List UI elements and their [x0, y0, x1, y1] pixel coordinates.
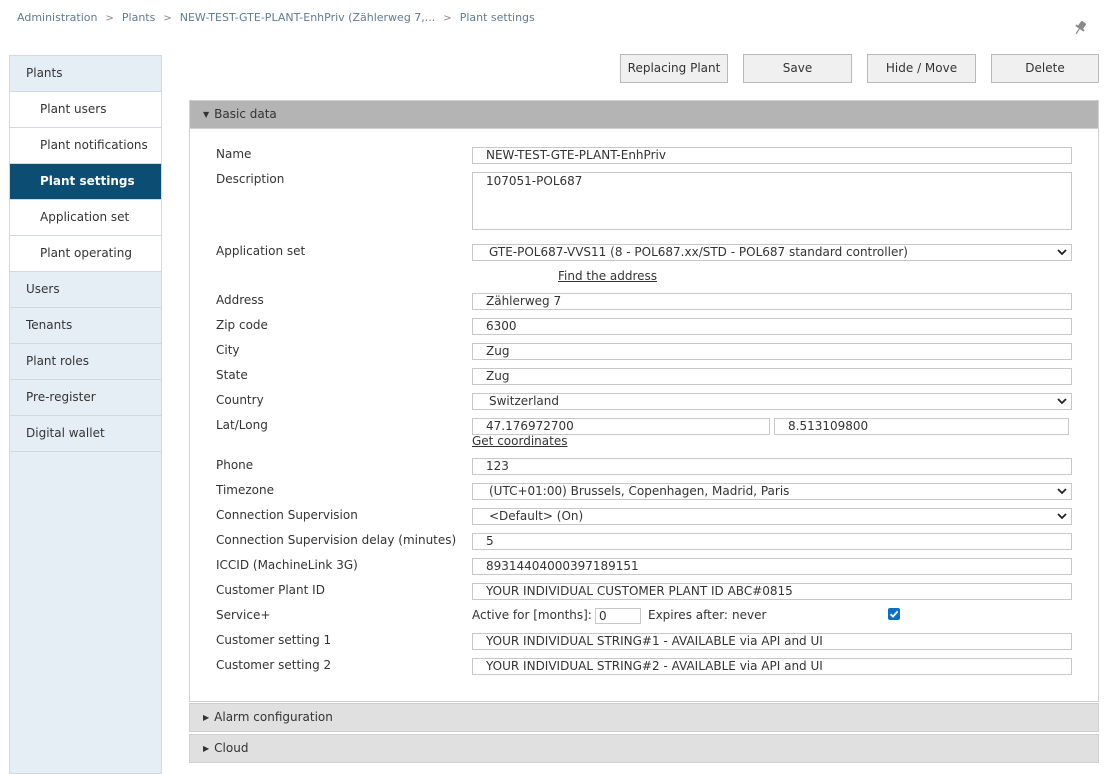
chevron-down-icon [1057, 513, 1067, 520]
panel-title: Cloud [214, 741, 249, 755]
state-input[interactable]: Zug [472, 368, 1072, 385]
name-input[interactable]: NEW-TEST-GTE-PLANT-EnhPriv [472, 147, 1072, 164]
panel-title: Basic data [214, 107, 277, 121]
timezone-label: Timezone [216, 483, 274, 497]
zip-input[interactable]: 6300 [472, 318, 1072, 335]
delete-button[interactable]: Delete [991, 54, 1099, 83]
sidebar-item-application-set[interactable]: Application set [10, 200, 161, 236]
application-set-label: Application set [216, 244, 306, 258]
breadcrumb-plants[interactable]: Plants [122, 11, 155, 24]
breadcrumb-separator-icon: > [105, 13, 114, 24]
panel-title: Alarm configuration [214, 710, 333, 724]
phone-input[interactable]: 123 [472, 458, 1072, 475]
customer-setting-1-input[interactable]: YOUR INDIVIDUAL STRING#1 - AVAILABLE via… [472, 633, 1072, 650]
sidebar-item-plant-settings[interactable]: Plant settings [10, 164, 161, 200]
breadcrumb-current: Plant settings [459, 11, 535, 24]
timezone-value: (UTC+01:00) Brussels, Copenhagen, Madrid… [489, 484, 790, 498]
address-label: Address [216, 293, 264, 307]
chevron-down-icon [1057, 398, 1067, 405]
caret-right-icon: ▶ [203, 713, 210, 722]
active-for-label: Active for [months]: [472, 608, 592, 622]
city-input[interactable]: Zug [472, 343, 1072, 360]
address-input[interactable]: Zählerweg 7 [472, 293, 1072, 310]
country-select[interactable]: Switzerland [472, 393, 1072, 410]
breadcrumb: Administration > Plants > NEW-TEST-GTE-PLANT… [17, 11, 535, 24]
find-address-link[interactable]: Find the address [558, 269, 657, 283]
sidebar-item-users[interactable]: Users [10, 272, 161, 308]
expires-after-label: Expires after: [648, 608, 728, 622]
breadcrumb-plant[interactable]: NEW-TEST-GTE-PLANT-EnhPriv (Zählerweg 7,… [180, 11, 436, 24]
get-coordinates-link[interactable]: Get coordinates [472, 434, 567, 448]
connection-delay-input[interactable]: 5 [472, 533, 1072, 550]
breadcrumb-separator-icon: > [163, 13, 172, 24]
alarm-configuration-panel-header[interactable]: ▶ Alarm configuration [189, 703, 1099, 732]
iccid-label: ICCID (MachineLink 3G) [216, 558, 358, 572]
connection-supervision-label: Connection Supervision [216, 508, 358, 522]
country-value: Switzerland [489, 394, 559, 408]
caret-down-icon: ▼ [203, 110, 210, 119]
sidebar-item-plant-notifications[interactable]: Plant notifications [10, 128, 161, 164]
sidebar-item-digital-wallet[interactable]: Digital wallet [10, 416, 161, 452]
longitude-input[interactable]: 8.513109800 [774, 418, 1069, 435]
chevron-down-icon [1057, 488, 1067, 495]
sidebar-item-plant-operating[interactable]: Plant operating [10, 236, 161, 272]
connection-delay-label: Connection Supervision delay (minutes) [216, 533, 457, 547]
pin-icon[interactable] [1071, 19, 1089, 37]
sidebar: Plants Plant users Plant notifications P… [9, 55, 162, 774]
customer-plant-id-input[interactable]: YOUR INDIVIDUAL CUSTOMER PLANT ID ABC#08… [472, 583, 1072, 600]
breadcrumb-separator-icon: > [443, 13, 452, 24]
connection-supervision-value: <Default> (On) [489, 509, 584, 523]
expires-after-value: never [732, 608, 767, 622]
application-set-value: GTE-POL687-VVS11 (8 - POL687.xx/STD - PO… [489, 245, 908, 259]
country-label: Country [216, 393, 264, 407]
chevron-down-icon [1057, 249, 1067, 256]
latitude-input[interactable]: 47.176972700 [472, 418, 770, 435]
zip-label: Zip code [216, 318, 268, 332]
latlong-label: Lat/Long [216, 418, 268, 432]
caret-right-icon: ▶ [203, 744, 210, 753]
description-label: Description [216, 172, 285, 186]
application-set-select[interactable]: GTE-POL687-VVS11 (8 - POL687.xx/STD - PO… [472, 244, 1072, 261]
sidebar-item-plant-roles[interactable]: Plant roles [10, 344, 161, 380]
customer-setting-2-input[interactable]: YOUR INDIVIDUAL STRING#2 - AVAILABLE via… [472, 658, 1072, 675]
sidebar-item-plant-users[interactable]: Plant users [10, 92, 161, 128]
customer-setting-2-label: Customer setting 2 [216, 658, 332, 672]
save-button[interactable]: Save [743, 54, 852, 83]
breadcrumb-administration[interactable]: Administration [17, 11, 98, 24]
timezone-select[interactable]: (UTC+01:00) Brussels, Copenhagen, Madrid… [472, 483, 1072, 500]
cloud-panel-header[interactable]: ▶ Cloud [189, 734, 1099, 763]
sidebar-item-plants[interactable]: Plants [10, 56, 161, 92]
iccid-input[interactable]: 89314404000397189151 [472, 558, 1072, 575]
checkmark-icon [889, 610, 899, 618]
sidebar-item-tenants[interactable]: Tenants [10, 308, 161, 344]
state-label: State [216, 368, 248, 382]
service-plus-checkbox[interactable] [888, 608, 900, 620]
basic-data-panel-header[interactable]: ▼ Basic data [189, 100, 1099, 129]
replacing-plant-button[interactable]: Replacing Plant [620, 54, 728, 83]
phone-label: Phone [216, 458, 254, 472]
connection-supervision-select[interactable]: <Default> (On) [472, 508, 1072, 525]
customer-plant-id-label: Customer Plant ID [216, 583, 325, 597]
customer-setting-1-label: Customer setting 1 [216, 633, 332, 647]
name-label: Name [216, 147, 252, 161]
hide-move-button[interactable]: Hide / Move [867, 54, 976, 83]
service-plus-label: Service+ [216, 608, 271, 622]
sidebar-item-pre-register[interactable]: Pre-register [10, 380, 161, 416]
active-for-input[interactable]: 0 [595, 608, 641, 624]
city-label: City [216, 343, 240, 357]
description-textarea[interactable]: 107051-POL687 [472, 172, 1072, 230]
